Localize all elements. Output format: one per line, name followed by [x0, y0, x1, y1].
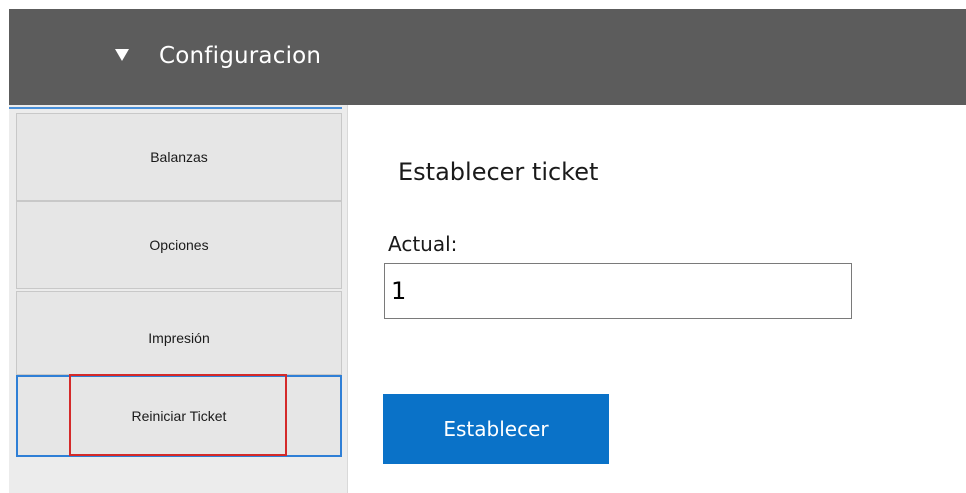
- sidebar-item-impresion[interactable]: Impresión: [16, 291, 342, 375]
- sidebar-item-label: Reiniciar Ticket: [131, 408, 227, 424]
- ticket-field-label: Actual:: [388, 232, 458, 256]
- sidebar-item-label: Impresión: [148, 330, 210, 346]
- sidebar-item-reiniciar-ticket[interactable]: Reiniciar Ticket: [16, 375, 342, 457]
- section-title: Establecer ticket: [398, 158, 599, 186]
- sidebar-item-label: Balanzas: [150, 149, 208, 165]
- triangle-down-icon[interactable]: [115, 49, 129, 61]
- header-bar[interactable]: Configuracion: [9, 9, 966, 105]
- establecer-button[interactable]: Establecer: [383, 394, 609, 464]
- sidebar-item-label: Opciones: [149, 237, 209, 253]
- sidebar-item-balanzas[interactable]: Balanzas: [16, 113, 342, 201]
- sidebar-top-divider: [9, 107, 342, 109]
- header-title: Configuracion: [159, 43, 322, 69]
- ticket-number-input[interactable]: [384, 263, 852, 319]
- sidebar-item-opciones[interactable]: Opciones: [16, 201, 342, 289]
- app-window: Configuracion Balanzas Opciones Impresió…: [0, 0, 966, 493]
- sidebar: Balanzas Opciones Impresión Reiniciar Ti…: [9, 105, 348, 493]
